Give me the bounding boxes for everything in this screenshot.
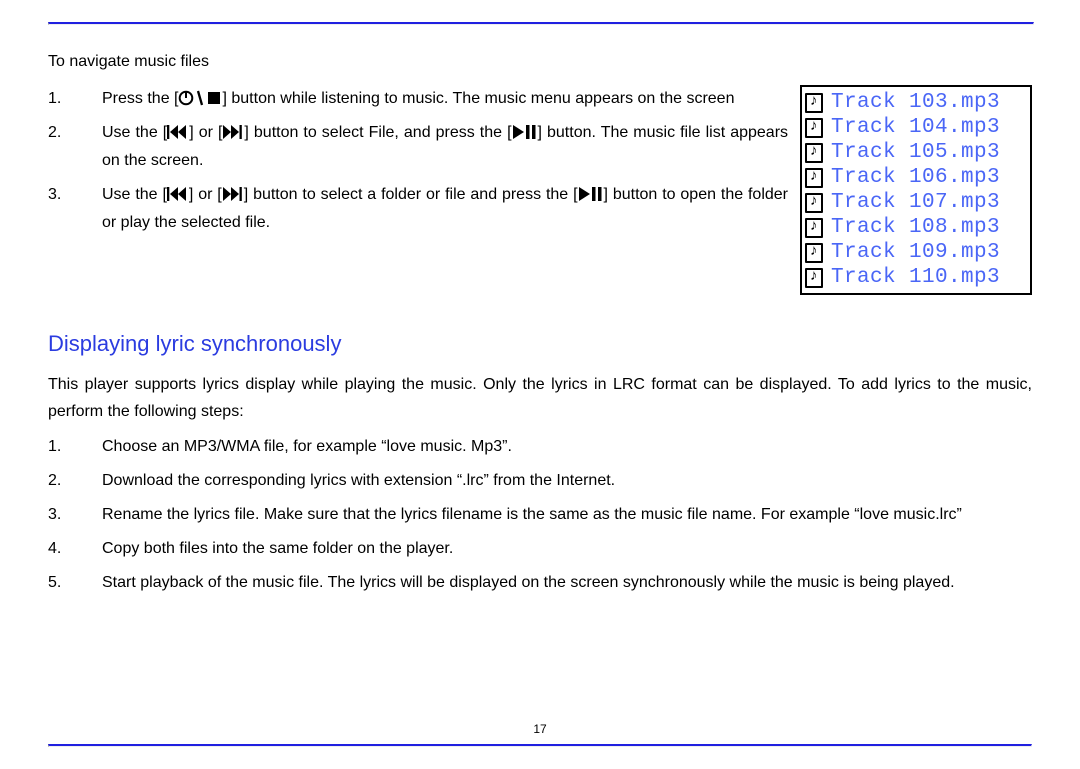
track-row: Track 110.mp3 [805,265,1027,290]
nav-step-2: Use the [] or [] button to select File, … [48,119,788,175]
lyrics-step-2: Download the corresponding lyrics with e… [48,467,1032,495]
lyrics-step-5: Start playback of the music file. The ly… [48,569,1032,597]
track-row: Track 103.mp3 [805,90,1027,115]
bottom-rule [48,744,1032,747]
manual-page: To navigate music files Press the [] but… [0,0,1080,769]
skip-prev-icon [167,186,189,202]
nav-step-3: Use the [] or [] button to select a fold… [48,181,788,237]
music-note-icon [805,268,823,288]
power-stop-icon [178,90,222,106]
music-note-icon [805,243,823,263]
track-row: Track 106.mp3 [805,165,1027,190]
page-number: 17 [0,722,1080,736]
music-note-icon [805,168,823,188]
track-row: Track 105.mp3 [805,140,1027,165]
top-rule [48,22,1034,25]
skip-prev-icon [167,124,189,140]
play-pause-icon [512,124,538,140]
music-note-icon [805,218,823,238]
nav-intro: To navigate music files [48,53,1032,71]
track-row: Track 104.mp3 [805,115,1027,140]
lyrics-step-4: Copy both files into the same folder on … [48,535,1032,563]
music-note-icon [805,93,823,113]
music-note-icon [805,143,823,163]
lyrics-steps-list: Choose an MP3/WMA file, for example “lov… [48,433,1032,597]
lyrics-intro: This player supports lyrics display whil… [48,371,1032,425]
track-row: Track 107.mp3 [805,190,1027,215]
track-row: Track 109.mp3 [805,240,1027,265]
play-pause-icon [578,186,604,202]
lyrics-step-1: Choose an MP3/WMA file, for example “lov… [48,433,1032,461]
lyrics-heading: Displaying lyric synchronously [48,331,1032,357]
lyrics-step-3: Rename the lyrics file. Make sure that t… [48,501,1032,529]
music-note-icon [805,193,823,213]
music-note-icon [805,118,823,138]
skip-next-icon [222,124,244,140]
nav-steps-list: Press the [] button while listening to m… [48,85,788,243]
track-row: Track 108.mp3 [805,215,1027,240]
nav-step-1: Press the [] button while listening to m… [48,85,788,113]
track-list-panel: Track 103.mp3 Track 104.mp3 Track 105.mp… [800,85,1032,295]
skip-next-icon [222,186,244,202]
